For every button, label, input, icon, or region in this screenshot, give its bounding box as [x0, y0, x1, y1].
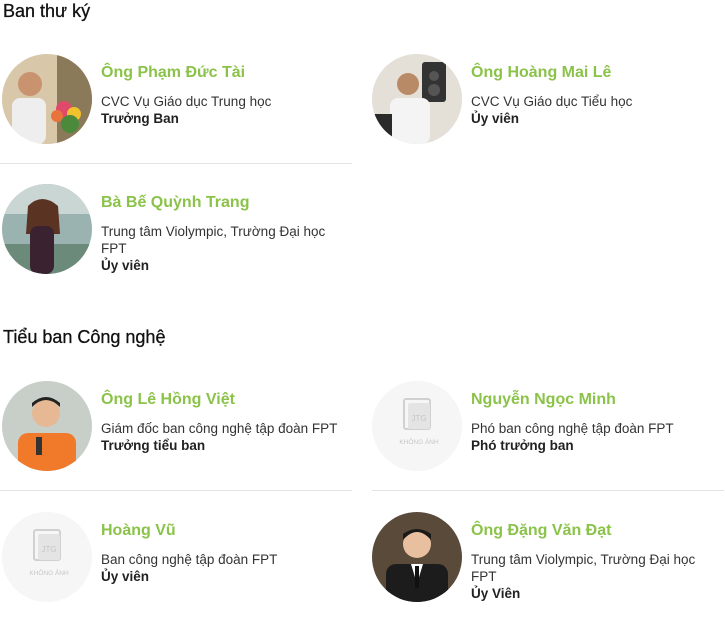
member-role: Phó trưởng ban	[471, 438, 574, 453]
person-photo-icon	[2, 184, 92, 274]
member-role: Ủy viên	[101, 569, 150, 584]
divider	[0, 163, 352, 164]
svg-text:JTG: JTG	[411, 414, 426, 423]
member-name[interactable]: Ông Hoàng Mai Lê	[471, 63, 721, 83]
member-name[interactable]: Ông Đặng Văn Đạt	[471, 521, 721, 541]
member-name[interactable]: Nguyễn Ngọc Minh	[471, 390, 721, 410]
placeholder-text: KHÔNG ẢNH	[399, 437, 439, 446]
avatar[interactable]	[372, 512, 462, 602]
no-image-placeholder-icon: JTG KHÔNG ẢNH	[2, 512, 92, 602]
svg-text:JTG: JTG	[41, 545, 56, 554]
placeholder-text: KHÔNG ẢNH	[29, 568, 69, 577]
member-role: Ủy viên	[101, 258, 150, 273]
avatar[interactable]	[372, 54, 462, 144]
avatar[interactable]: JTG KHÔNG ẢNH	[2, 512, 92, 602]
no-image-placeholder-icon: JTG KHÔNG ẢNH	[372, 381, 462, 471]
member-description: Phó ban công nghệ tập đoàn FPT	[471, 421, 674, 436]
person-photo-icon	[2, 381, 92, 471]
section-title-ban-thu-ky: Ban thư ký	[3, 1, 91, 21]
member-description: CVC Vụ Giáo dục Trung học	[101, 94, 272, 109]
divider	[0, 490, 352, 491]
member-name[interactable]: Bà Bế Quỳnh Trang	[101, 193, 351, 213]
avatar[interactable]: JTG KHÔNG ẢNH	[372, 381, 462, 471]
member-description: Trung tâm Violympic, Trường Đại học FPT	[471, 552, 696, 584]
member-description: Giám đốc ban công nghệ tập đoàn FPT	[101, 421, 338, 436]
member-description: Trung tâm Violympic, Trường Đại học FPT	[101, 224, 326, 256]
member-description: Ban công nghệ tập đoàn FPT	[101, 552, 278, 567]
avatar[interactable]	[2, 54, 92, 144]
member-name[interactable]: Ông Lê Hồng Việt	[101, 390, 351, 410]
member-name[interactable]: Hoàng Vũ	[101, 521, 351, 541]
person-photo-icon	[372, 54, 462, 144]
section-title-tieu-ban-cong-nghe: Tiểu ban Công nghệ	[3, 327, 166, 347]
avatar[interactable]	[2, 381, 92, 471]
person-photo-icon	[372, 512, 462, 602]
member-role: Trưởng tiểu ban	[101, 438, 206, 453]
avatar[interactable]	[2, 184, 92, 274]
member-name[interactable]: Ông Phạm Đức Tài	[101, 63, 351, 83]
person-photo-icon	[2, 54, 92, 144]
divider	[372, 490, 724, 491]
member-role: Ủy viên	[471, 111, 520, 126]
member-role: Trưởng Ban	[101, 111, 179, 126]
member-description: CVC Vụ Giáo dục Tiểu học	[471, 94, 633, 109]
member-role: Ủy Viên	[471, 586, 521, 601]
